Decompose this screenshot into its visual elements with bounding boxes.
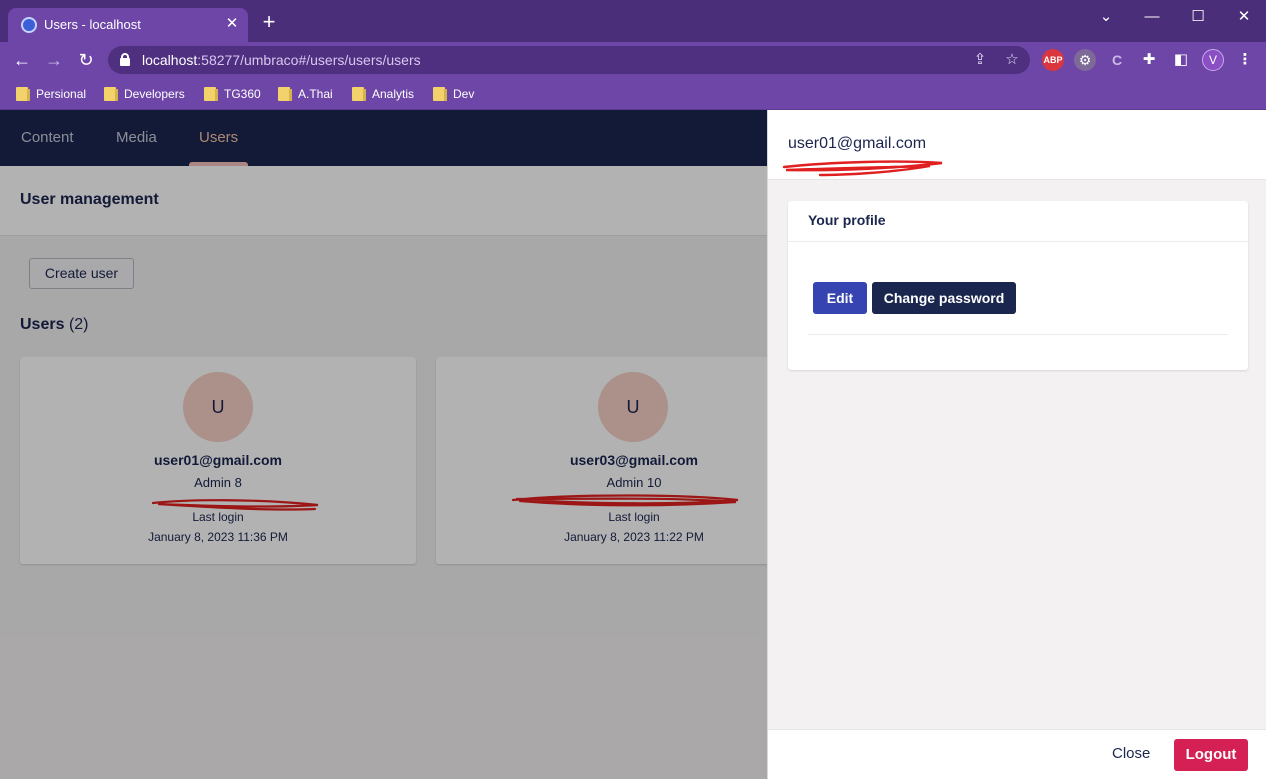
bookmark-folder[interactable]: A.Thai	[278, 85, 333, 103]
maximize-icon[interactable]: ☐	[1185, 6, 1211, 28]
browser-tab[interactable]: Users - localhost ✕	[8, 8, 248, 42]
edit-button[interactable]: Edit	[813, 282, 867, 314]
forward-icon[interactable]: →	[43, 49, 65, 71]
gear-extension-icon[interactable]: ⚙	[1074, 49, 1096, 71]
bookmark-folder[interactable]: Persional	[16, 85, 86, 103]
new-tab-button[interactable]: +	[258, 11, 280, 34]
profile-box-title: Your profile	[808, 212, 886, 228]
profile-box-header: Your profile	[788, 201, 1248, 242]
tab-close-icon[interactable]: ✕	[222, 14, 242, 34]
modal-backdrop[interactable]	[0, 110, 767, 779]
folder-icon	[104, 87, 118, 101]
folder-icon	[433, 87, 447, 101]
url-host: localhost	[142, 52, 198, 68]
panel-header: user01@gmail.com	[768, 110, 1266, 180]
lock-icon[interactable]	[120, 53, 130, 66]
folder-icon	[204, 87, 218, 101]
panel-footer: Close Logout	[768, 729, 1266, 779]
change-password-button[interactable]: Change password	[872, 282, 1016, 314]
profile-box: Your profile Edit Change password	[788, 201, 1248, 370]
address-bar[interactable]: localhost:58277/umbraco#/users/users/use…	[108, 46, 1030, 74]
bookmark-folder[interactable]: TG360	[204, 85, 261, 103]
profile-avatar[interactable]: V	[1202, 49, 1224, 71]
star-icon[interactable]: ☆	[1002, 50, 1022, 70]
url-text[interactable]: localhost:58277/umbraco#/users/users/use…	[142, 52, 421, 68]
divider	[808, 334, 1228, 335]
close-button[interactable]: Close	[1112, 745, 1150, 762]
minimize-icon[interactable]: —	[1139, 6, 1165, 28]
url-path: :58277/umbraco#/users/users/users	[197, 52, 421, 68]
browser-titlebar: Users - localhost ✕ + ⌄ — ☐ ✕	[0, 0, 1266, 42]
tab-search-icon[interactable]: ⌄	[1093, 6, 1119, 28]
menu-icon[interactable]: ⋮	[1234, 49, 1256, 71]
bookmark-folder[interactable]: Analytis	[352, 85, 414, 103]
logout-button[interactable]: Logout	[1174, 739, 1248, 771]
adblock-extension-icon[interactable]: ABP	[1042, 49, 1064, 71]
umbraco-favicon-icon	[21, 17, 37, 33]
sidepanel-icon[interactable]: ◧	[1170, 49, 1192, 71]
back-icon[interactable]: ←	[11, 49, 33, 71]
reload-icon[interactable]: ↻	[75, 49, 97, 71]
folder-icon	[352, 87, 366, 101]
puzzle-icon[interactable]: ✚	[1138, 49, 1160, 71]
user-panel: user01@gmail.com Your profile Edit Chang…	[767, 110, 1266, 779]
browser-toolbar: ← → ↻ localhost:58277/umbraco#/users/use…	[0, 42, 1266, 78]
tab-title: Users - localhost	[44, 17, 141, 32]
bookmarks-bar: Persional Developers TG360 A.Thai Analyt…	[0, 78, 1266, 110]
bookmark-folder[interactable]: Developers	[104, 85, 185, 103]
folder-icon	[278, 87, 292, 101]
bookmark-folder[interactable]: Dev	[433, 85, 474, 103]
share-icon[interactable]: ⇪	[970, 50, 990, 70]
extension-icon[interactable]: C	[1106, 49, 1128, 71]
close-window-icon[interactable]: ✕	[1231, 6, 1257, 28]
panel-title: user01@gmail.com	[788, 135, 927, 152]
folder-icon	[16, 87, 30, 101]
